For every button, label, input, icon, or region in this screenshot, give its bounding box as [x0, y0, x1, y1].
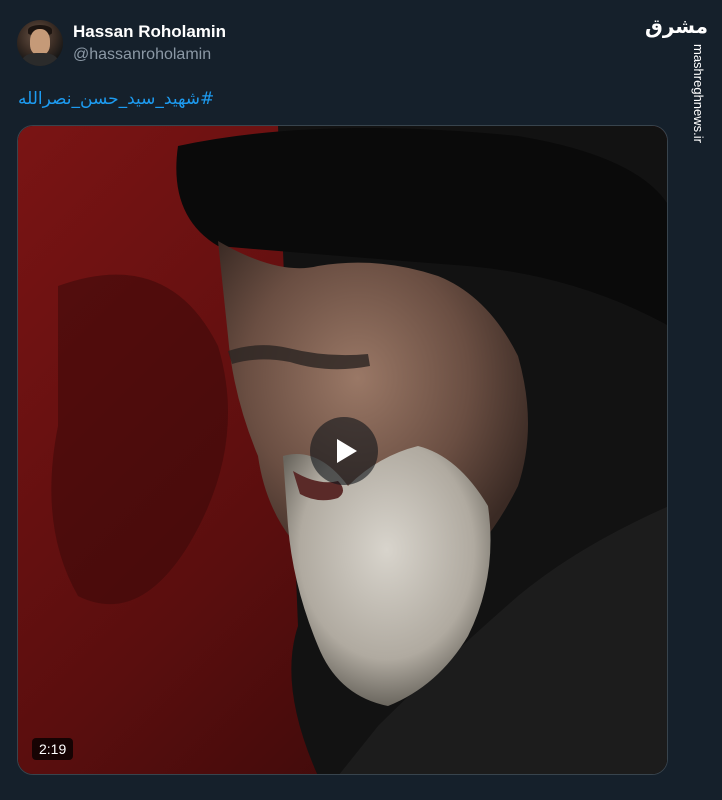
avatar-shirt — [22, 53, 58, 66]
play-button[interactable] — [310, 417, 378, 485]
play-icon — [336, 439, 357, 463]
watermark-logo: مشرق — [644, 14, 708, 38]
watermark-site: mashreghnews.ir — [691, 44, 706, 143]
video-duration: 2:19 — [32, 738, 74, 760]
hashtag-link[interactable]: #شهید_سید_حسن_نصرالله — [18, 89, 214, 109]
watermark: مشرق mashreghnews.ir — [645, 8, 722, 143]
video-player[interactable]: 2:19 — [17, 125, 668, 775]
avatar-face — [30, 29, 50, 55]
author-handle[interactable]: @hassanroholamin — [73, 46, 211, 64]
author-display-name[interactable]: Hassan Roholamin — [73, 22, 226, 42]
avatar[interactable] — [17, 20, 63, 66]
